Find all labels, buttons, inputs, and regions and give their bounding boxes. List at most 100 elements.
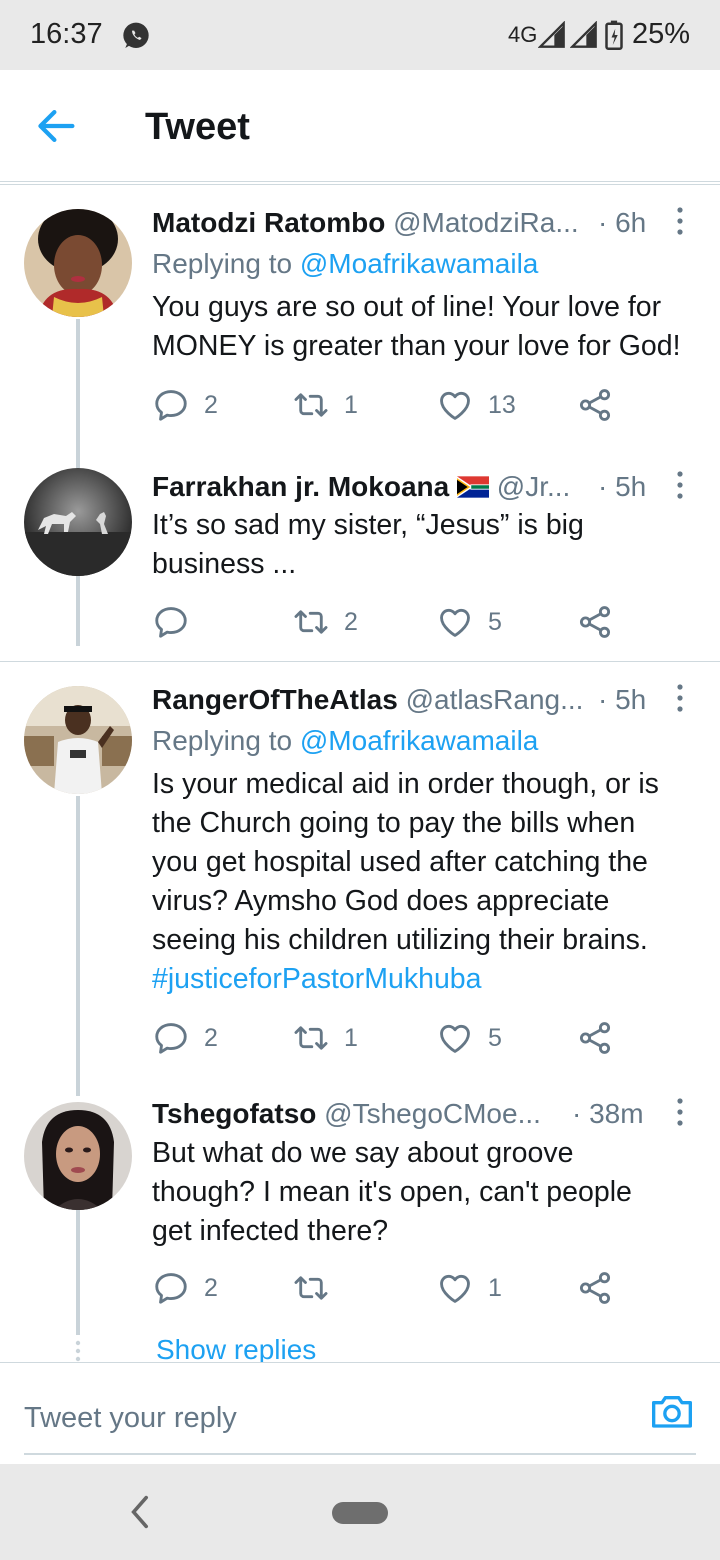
signal-icon: [538, 21, 565, 48]
reply-icon: [152, 1269, 190, 1307]
reply-icon: [152, 386, 190, 424]
share-button[interactable]: [576, 1018, 614, 1058]
tweet-time: · 5h: [598, 471, 647, 502]
more-vertical-icon[interactable]: [672, 682, 688, 714]
avatar[interactable]: [24, 1102, 132, 1210]
tweet-header: Tshegofatso @TshegoCMoe...: [152, 1098, 541, 1130]
more-vertical-icon[interactable]: [672, 1096, 688, 1128]
tweet-card[interactable]: RangerOfTheAtlas @atlasRang... · 5h Repl…: [0, 662, 720, 1096]
retweet-icon: [292, 1019, 330, 1057]
tweet-actions: 2 1 13: [152, 385, 632, 425]
tweet-actions: 2 1: [152, 1268, 632, 1308]
replying-to: Replying to @Moafrikawamaila: [152, 248, 538, 280]
like-count: 5: [488, 1023, 502, 1052]
share-button[interactable]: [576, 1268, 614, 1308]
app-header: Tweet: [0, 70, 720, 182]
reply-button[interactable]: 2: [152, 1268, 218, 1308]
author-name[interactable]: Tshegofatso: [152, 1098, 316, 1129]
page-title: Tweet: [145, 106, 250, 148]
nav-home-pill[interactable]: [332, 1502, 388, 1524]
camera-icon[interactable]: [650, 1391, 694, 1431]
reply-icon: [152, 1019, 190, 1057]
flag-south-africa-icon: [457, 476, 489, 498]
tweet-text-line: MONEY is greater than your love for God!: [152, 330, 681, 362]
like-icon: [436, 1019, 474, 1057]
tweet-text-line: You guys are so out of line! Your love f…: [152, 291, 662, 323]
tweet-header: RangerOfTheAtlas @atlasRang...: [152, 684, 583, 716]
tweet-card[interactable]: Tshegofatso @TshegoCMoe... · 38m But wha…: [0, 1082, 720, 1362]
more-vertical-icon[interactable]: [672, 205, 688, 237]
author-handle[interactable]: @TshegoCMoe...: [324, 1098, 541, 1129]
avatar[interactable]: [24, 209, 132, 317]
like-icon: [436, 386, 474, 424]
like-count: 13: [488, 390, 516, 419]
author-handle[interactable]: @Jr...: [497, 471, 571, 502]
like-button[interactable]: 1: [436, 1268, 502, 1308]
tweet-text-line: you get hospital used after catching the: [152, 846, 648, 878]
author-name[interactable]: Farrakhan jr. Mokoana: [152, 471, 449, 502]
reply-button[interactable]: 2: [152, 385, 218, 425]
retweet-button[interactable]: [292, 1268, 344, 1308]
like-icon: [436, 603, 474, 641]
author-name[interactable]: RangerOfTheAtlas: [152, 684, 398, 715]
more-vertical-icon[interactable]: [672, 469, 688, 501]
author-handle[interactable]: @MatodziRa...: [393, 207, 579, 238]
avatar[interactable]: [24, 468, 132, 576]
retweet-button[interactable]: 2: [292, 602, 358, 642]
hashtag-link[interactable]: #justiceforPastorMukhuba: [152, 960, 707, 999]
mention-link[interactable]: @Moafrikawamaila: [300, 725, 539, 756]
like-count: 1: [488, 1273, 502, 1302]
like-icon: [436, 1269, 474, 1307]
thread-continuation-dots: [75, 1340, 81, 1362]
tweet-header: Matodzi Ratombo @MatodziRa...: [152, 207, 579, 239]
reply-button[interactable]: 2: [152, 1018, 218, 1058]
retweet-button[interactable]: 1: [292, 385, 358, 425]
tweet-time: · 38m: [572, 1098, 644, 1129]
avatar[interactable]: [24, 686, 132, 794]
retweet-count: 1: [344, 1023, 358, 1052]
reply-icon: [152, 603, 190, 641]
author-name[interactable]: Matodzi Ratombo: [152, 207, 385, 238]
reply-composer: [0, 1362, 720, 1464]
tweet-text-line: the Church going to pay the bills when: [152, 807, 636, 839]
tweet-time: · 6h: [598, 207, 647, 238]
share-button[interactable]: [576, 385, 614, 425]
tweet-actions: 2 5: [152, 602, 632, 642]
tweet-text-line: It’s so sad my sister, “Jesus” is big: [152, 509, 584, 541]
signal-icon: [570, 21, 597, 48]
like-button[interactable]: 5: [436, 602, 502, 642]
share-button[interactable]: [576, 602, 614, 642]
share-icon: [576, 1269, 614, 1307]
tweet-text-line: get infected there?: [152, 1215, 389, 1247]
mention-link[interactable]: @Moafrikawamaila: [300, 248, 539, 279]
reply-button[interactable]: [152, 602, 204, 642]
whatsapp-icon: [123, 22, 149, 48]
system-nav-bar: [0, 1464, 720, 1560]
nav-back-icon[interactable]: [128, 1494, 150, 1530]
battery-icon: [605, 20, 623, 50]
thread-line: [76, 1209, 80, 1335]
replying-to: Replying to @Moafrikawamaila: [152, 725, 538, 757]
tweet-text-line: virus? Aymsho God does appreciate: [152, 885, 610, 917]
tweet-time: · 5h: [598, 684, 647, 715]
retweet-button[interactable]: 1: [292, 1018, 358, 1058]
status-bar: 16:37 4G 25%: [0, 0, 720, 70]
like-button[interactable]: 5: [436, 1018, 502, 1058]
tweet-text: Is your medical aid in order though, or …: [152, 765, 707, 999]
reply-count: 2: [204, 390, 218, 419]
share-icon: [576, 603, 614, 641]
retweet-icon: [292, 386, 330, 424]
tweet-text: You guys are so out of line! Your love f…: [152, 288, 707, 366]
tweet-text-line: Is your medical aid in order though, or …: [152, 768, 659, 800]
reply-input[interactable]: [24, 1383, 696, 1455]
thread-line: [76, 796, 80, 1096]
tweet-card[interactable]: Farrakhan jr. Mokoana @Jr... · 5h It’s s…: [0, 455, 720, 660]
like-count: 5: [488, 607, 502, 636]
share-icon: [576, 386, 614, 424]
like-button[interactable]: 13: [436, 385, 516, 425]
back-arrow-icon[interactable]: [36, 108, 76, 144]
author-handle[interactable]: @atlasRang...: [406, 684, 584, 715]
retweet-icon: [292, 1269, 330, 1307]
status-time: 16:37: [30, 18, 103, 50]
reply-count: 2: [204, 1273, 218, 1302]
